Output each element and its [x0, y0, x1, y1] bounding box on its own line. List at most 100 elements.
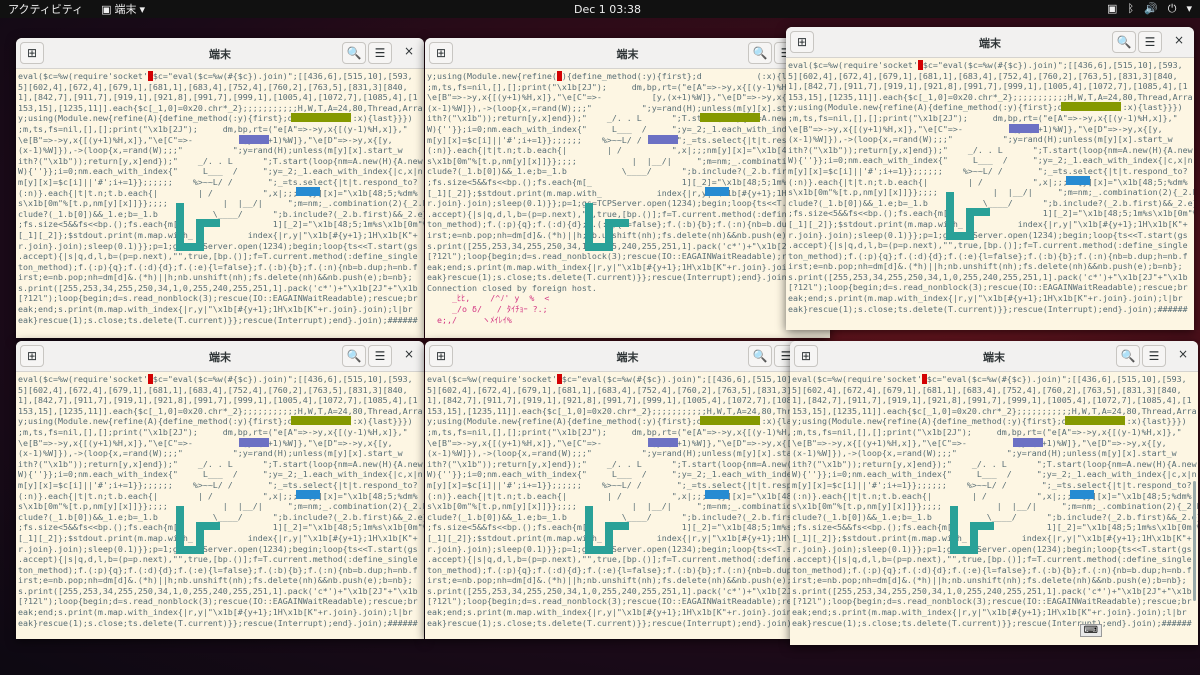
terminal-line: m[y][x]=$c[i]||'#';i+=1}};;;;;; %>~~L/ /… [792, 479, 1192, 490]
terminal-line: .accept){|s|q,d,l,b=(p=p.next),"",true,[… [792, 554, 1192, 565]
terminal-line: eak}rescue(1);s.close;ts.delete(T.curren… [427, 272, 827, 283]
terminal-window[interactable]: ⊞ 端末 🔍 ☰ × eval($c=%w(require'socket';$c… [425, 341, 830, 639]
terminal-line: \e[B"=>->y,x{[(y+1)%H,x]},"\e[C"=>- [y,(… [427, 437, 802, 448]
activities-button[interactable]: アクティビティ [8, 1, 83, 17]
terminal-line: eak}rescue(1);s.close;ts.delete(T.curren… [788, 303, 1188, 314]
terminal-output[interactable]: eval($c=%w(require'socket';$c="eval($c=%… [16, 372, 424, 639]
terminal-line: 153,15],[1235,11]].each{$c[_1,0]=0x20.ch… [427, 405, 830, 416]
terminal-line: ith?("\x1b"));return[y,x]end});" _/. . L… [427, 113, 830, 124]
terminal-line: eval($c=%w(require'socket';$c="eval($c=%… [18, 374, 413, 384]
terminal-line: 153,15],[1235,11]].each{$c[_1,0]=0x20.ch… [792, 405, 1197, 416]
terminal-line: clude?(_1.b[0])&&_1.e;b=_1.b \____/ ";b.… [427, 166, 830, 177]
terminal-output[interactable]: eval($c=%w(require'socket';$c="eval($c=%… [425, 372, 830, 639]
terminal-header[interactable]: ⊞ 端末 🔍 ☰ × [425, 341, 830, 372]
terminal-header[interactable]: ⊞ 端末 🔍 ☰ × [786, 27, 1194, 58]
terminal-line: eak}rescue(1);s.close;ts.delete(T.curren… [427, 617, 827, 628]
terminal-line: y;using(Module.new{refine(A){define_meth… [427, 416, 822, 427]
hamburger-icon: ☰ [374, 46, 386, 60]
terminal-line: y;using(Module.new{refine(A){define_meth… [18, 113, 413, 124]
terminal-line: m[y][x]=$c[i]||'#';i+=1}};;;;;; %>~~L/ /… [427, 479, 827, 490]
terminal-line: W){''}};i=0;nm.each_with_index{" L___ / … [18, 166, 423, 177]
terminal-line: \e[B"=>->y,x{[(y+1)%H,x]},"\e[C"=>- [y,(… [427, 92, 802, 103]
clock[interactable]: Dec 1 03:38 [574, 3, 641, 16]
terminal-line: irst;e=nb.pop;nh=dm[d]&.(*h)||h;nb.unshi… [792, 575, 1187, 586]
snake-segment [648, 135, 678, 144]
search-button[interactable]: 🔍 [342, 42, 366, 64]
terminal-line: clude?(_1.b[0])&&_1.e;b=_1.b \____/ ";b.… [792, 511, 1198, 522]
terminal-line: .accept){|s|q,d,l,b=(p=p.next),"",true,[… [18, 554, 418, 565]
snake-segment [700, 416, 760, 425]
terminal-line: ;m,ts,fs=nil,[],[];print("\x1b[2J"); dm,… [427, 81, 817, 92]
snake-segment [1009, 124, 1039, 133]
food-marker [148, 71, 153, 81]
search-icon: 🔍 [346, 349, 362, 363]
terminal-header[interactable]: ⊞ 端末 🔍 ☰ × [790, 341, 1198, 372]
terminal-window[interactable]: ⊞ 端末 🔍 ☰ × eval($c=%w(require'socket';$c… [16, 38, 424, 338]
terminal-line: [?12l");loop{begin;d=s.read_nonblock(3);… [788, 282, 1188, 293]
terminal-line: Connection closed by foreign host. [427, 282, 597, 293]
close-button[interactable]: × [404, 347, 414, 361]
terminal-header[interactable]: ⊞ 端末 🔍 ☰ × [16, 38, 424, 69]
terminal-line: r.join}.join);sleep(0.1)}};p=1;gs=TCPSer… [427, 198, 827, 209]
terminal-line: \e[B"=>->y,x{[(y+1)%H,x]},"\e[C"=>- [y,(… [18, 134, 393, 145]
terminal-line: W){''}};i=0;nm.each_with_index{" L___ / … [788, 155, 1193, 166]
terminal-line: 153,15],[1235,11]].each{$c[_1,0]=0x20.ch… [18, 102, 423, 113]
terminal-line: clude?(_1.b[0])&&_1.e;b=_1.b \____/ ";b.… [788, 197, 1194, 208]
terminal-output[interactable]: eval($c=%w(require'socket';$c="eval($c=%… [786, 58, 1194, 330]
terminal-line: ton_method);f.(:p){q};f.(:d){d};f.(:e){l… [792, 564, 1192, 575]
snake-segment [296, 490, 320, 499]
search-button[interactable]: 🔍 [748, 345, 772, 367]
search-icon: 🔍 [752, 46, 768, 60]
terminal-line: .accept){|s|q,d,l,b=(p=p.next),"",true,[… [427, 208, 827, 219]
close-button[interactable]: × [404, 44, 414, 58]
top-bar: アクティビティ ▣ 端末 ▾ Dec 1 03:38 ▣ ᛒ 🔊 ⏻ ▾ [0, 0, 1200, 18]
menu-button[interactable]: ☰ [368, 345, 392, 367]
system-tray[interactable]: ▣ ᛒ 🔊 ⏻ ▾ [1107, 2, 1192, 16]
terminal-line: ;m,ts,fs=nil,[],[];print("\x1b[2J"); dm,… [427, 426, 817, 437]
terminal-header[interactable]: ⊞ 端末 🔍 ☰ × [425, 38, 830, 69]
app-menu[interactable]: ▣ 端末 ▾ [101, 1, 145, 17]
terminal-header[interactable]: ⊞ 端末 🔍 ☰ × [16, 341, 424, 372]
terminal-line: \e[B"=>->y,x{[(y+1)%H,x]},"\e[C"=>- [y,(… [788, 123, 1163, 134]
close-button[interactable]: × [1174, 33, 1184, 47]
terminal-line: _/o δ/ / ﾀｲﾁｮｰ ?.; [427, 304, 558, 315]
terminal-line: (x-1)%W]}),->(loop{x,=rand(W);;;" ";y=ra… [792, 448, 1177, 459]
terminal-line: .accept){|s|q,d,l,b=(p=p.next),"",true,[… [788, 240, 1188, 251]
search-button[interactable]: 🔍 [1112, 31, 1136, 53]
terminal-line: W){''}};i=0;nm.each_with_index{" L___ / … [18, 469, 423, 480]
terminal-output[interactable]: y;using(Module.new{refine(A){define_meth… [425, 69, 830, 338]
search-button[interactable]: 🔍 [1116, 345, 1140, 367]
keyboard-indicator-icon[interactable]: ⌨ [1079, 624, 1102, 637]
search-button[interactable]: 🔍 [748, 42, 772, 64]
hamburger-icon: ☰ [1148, 349, 1160, 363]
food-marker [557, 71, 562, 81]
terminal-line: W){''}};i=0;nm.each_with_index{" L___ / … [792, 469, 1197, 480]
terminal-line: (x-1)%W]}),->(loop{x,=rand(W);;;" ";y=ra… [18, 145, 403, 156]
terminal-window[interactable]: ⊞ 端末 🔍 ☰ × eval($c=%w(require'socket';$c… [16, 341, 424, 639]
terminal-line: m[y][x]=$c[i]||'#';i+=1}};;;;;; %>~~L/ /… [788, 165, 1188, 176]
terminal-output[interactable]: eval($c=%w(require'socket';$c="eval($c=%… [790, 372, 1198, 645]
terminal-line: 5][602,4],[672,4],[679,1],[681,1],[683,4… [427, 384, 817, 395]
terminal-line: eak;end;s.print(m.map.with_index{|r,y|"\… [18, 607, 413, 618]
food-marker [918, 60, 923, 70]
terminal-output[interactable]: eval($c=%w(require'socket';$c="eval($c=%… [16, 69, 424, 338]
snake-segment [605, 219, 629, 227]
terminal-window[interactable]: ⊞ 端末 🔍 ☰ × y;using(Module.new{refine(A){… [425, 38, 830, 338]
terminal-line: W){''}};i=0;nm.each_with_index{" L___ / … [427, 469, 830, 480]
menu-button[interactable]: ☰ [368, 42, 392, 64]
terminal-window[interactable]: ⊞ 端末 🔍 ☰ × eval($c=%w(require'socket';$c… [790, 341, 1198, 645]
snake-segment [700, 113, 760, 122]
hamburger-icon: ☰ [374, 349, 386, 363]
terminal-line: eak;end;s.print(m.map.with_index{|r,y|"\… [792, 607, 1187, 618]
menu-button[interactable]: ☰ [1142, 345, 1166, 367]
terminal-line: 1],[842,7],[911,7],[919,1],[921,8],[991,… [18, 92, 418, 103]
terminal-window[interactable]: ⊞ 端末 🔍 ☰ × eval($c=%w(require'socket';$c… [786, 27, 1194, 330]
terminal-line: ;m,ts,fs=nil,[],[];print("\x1b[2J"); dm,… [18, 426, 408, 437]
terminal-line: e;,/ ヽﾒｲﾚｲ% [427, 314, 522, 325]
terminal-line: 1],[842,7],[911,7],[919,1],[921,8],[991,… [788, 81, 1188, 92]
search-button[interactable]: 🔍 [342, 345, 366, 367]
close-button[interactable]: × [1178, 347, 1188, 361]
terminal-line: eval($c=%w(require'socket';$c="eval($c=%… [18, 71, 413, 81]
scrollbar[interactable] [1193, 481, 1196, 601]
menu-button[interactable]: ☰ [1138, 31, 1162, 53]
